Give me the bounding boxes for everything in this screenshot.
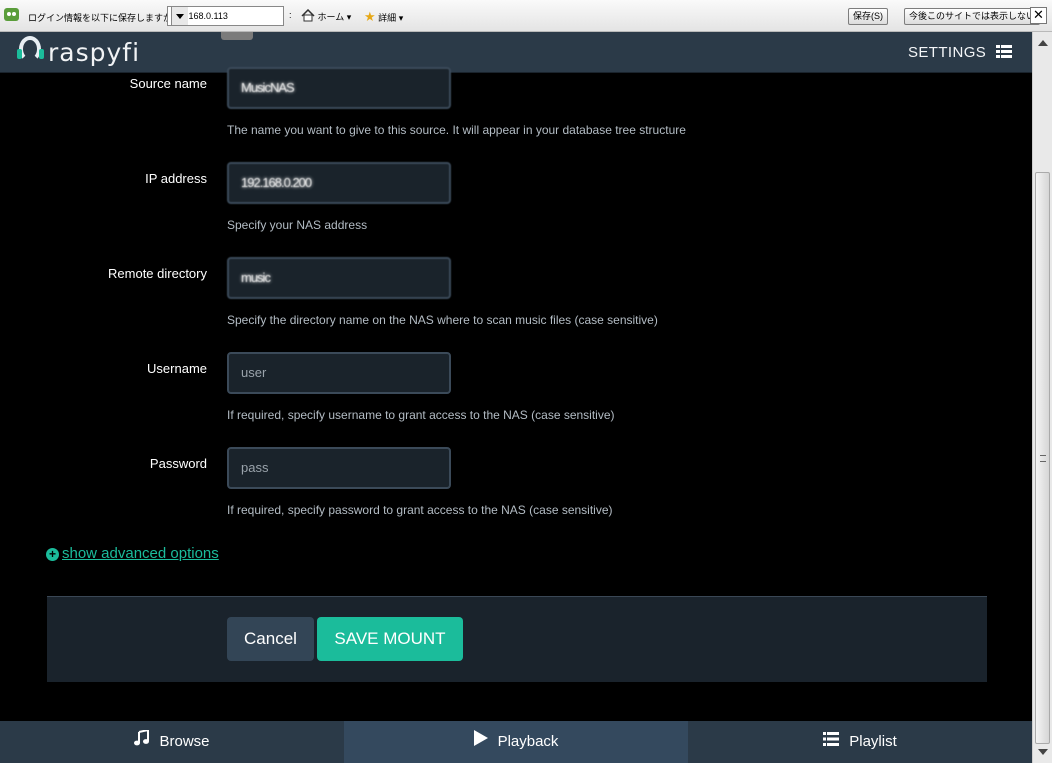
save-password-button[interactable]: 保存(S) [848, 8, 888, 25]
show-advanced-options-label: show advanced options [62, 545, 219, 562]
settings-menu-label[interactable]: SETTINGS [908, 44, 986, 61]
save-password-prompt: ログイン情報を以下に保存しますか: [28, 13, 175, 23]
username-input[interactable]: user [227, 352, 451, 394]
chevron-down-icon[interactable] [171, 7, 188, 25]
show-advanced-options-link[interactable]: + show advanced options [46, 545, 219, 562]
never-for-this-site-button[interactable]: 今後このサイトでは表示しない [904, 8, 1041, 25]
password-manager-icon [4, 8, 19, 21]
app-header: raspyfi SETTINGS [0, 32, 1032, 73]
username-label: Username [147, 361, 207, 376]
details-label: 詳細 [378, 13, 397, 23]
remote-directory-label: Remote directory [108, 266, 207, 281]
details-menu[interactable]: ★ 詳細 ▾ [364, 9, 403, 25]
chevron-down-icon: ▾ [398, 13, 404, 23]
source-name-label: Source name [129, 76, 207, 91]
vertical-scrollbar[interactable] [1032, 32, 1052, 763]
source-name-input[interactable]: MusicNAS [227, 67, 451, 109]
tab-browse-label: Browse [159, 733, 210, 751]
remote-directory-input[interactable]: music [227, 257, 451, 299]
tab-playlist[interactable]: Playlist [688, 721, 1032, 763]
ip-address-label: IP address [145, 171, 207, 186]
browser-save-password-bar: ログイン情報を以下に保存しますか: 192.168.0.113 : ホーム ▾ … [0, 0, 1052, 32]
account-select[interactable]: 192.168.0.113 [167, 6, 284, 26]
home-icon [301, 8, 315, 22]
music-note-icon [134, 721, 150, 763]
save-mount-button[interactable]: SAVE MOUNT [317, 617, 463, 661]
play-icon [473, 721, 488, 763]
scrollbar-thumb[interactable] [1035, 172, 1050, 744]
drag-handle [221, 32, 253, 40]
home-label: ホーム [317, 12, 345, 22]
password-label: Password [149, 456, 207, 471]
close-icon[interactable]: ✕ [1030, 7, 1047, 24]
scroll-up-icon[interactable] [1038, 35, 1048, 46]
list-icon [823, 721, 840, 763]
ip-address-input[interactable]: 192.168.0.200 [227, 162, 451, 204]
tab-playback-label: Playback [497, 733, 559, 751]
remote-directory-help: Specify the directory name on the NAS wh… [227, 313, 658, 327]
form-actions: Cancel SAVE MOUNT [47, 596, 987, 682]
app-logo[interactable]: raspyfi [48, 38, 140, 67]
star-icon: ★ [364, 9, 376, 24]
ip-address-help: Specify your NAS address [227, 218, 368, 232]
home-menu[interactable]: ホーム ▾ [301, 8, 352, 23]
headphones-logo-icon [19, 36, 41, 62]
source-name-help: The name you want to give to this source… [227, 123, 686, 137]
password-input[interactable]: pass [227, 447, 451, 489]
tab-browse[interactable]: Browse [0, 721, 344, 763]
chevron-down-icon: ▾ [346, 12, 352, 22]
password-help: If required, specify password to grant a… [227, 503, 613, 517]
scroll-down-icon[interactable] [1038, 749, 1048, 760]
username-help: If required, specify username to grant a… [227, 408, 615, 422]
tab-playlist-label: Playlist [849, 733, 897, 751]
tab-playback[interactable]: Playback [344, 721, 688, 763]
plus-circle-icon: + [46, 548, 59, 561]
footer-nav: Browse Playback Playlist [0, 721, 1032, 763]
cancel-button[interactable]: Cancel [227, 617, 314, 661]
menu-list-icon[interactable] [996, 45, 1012, 59]
